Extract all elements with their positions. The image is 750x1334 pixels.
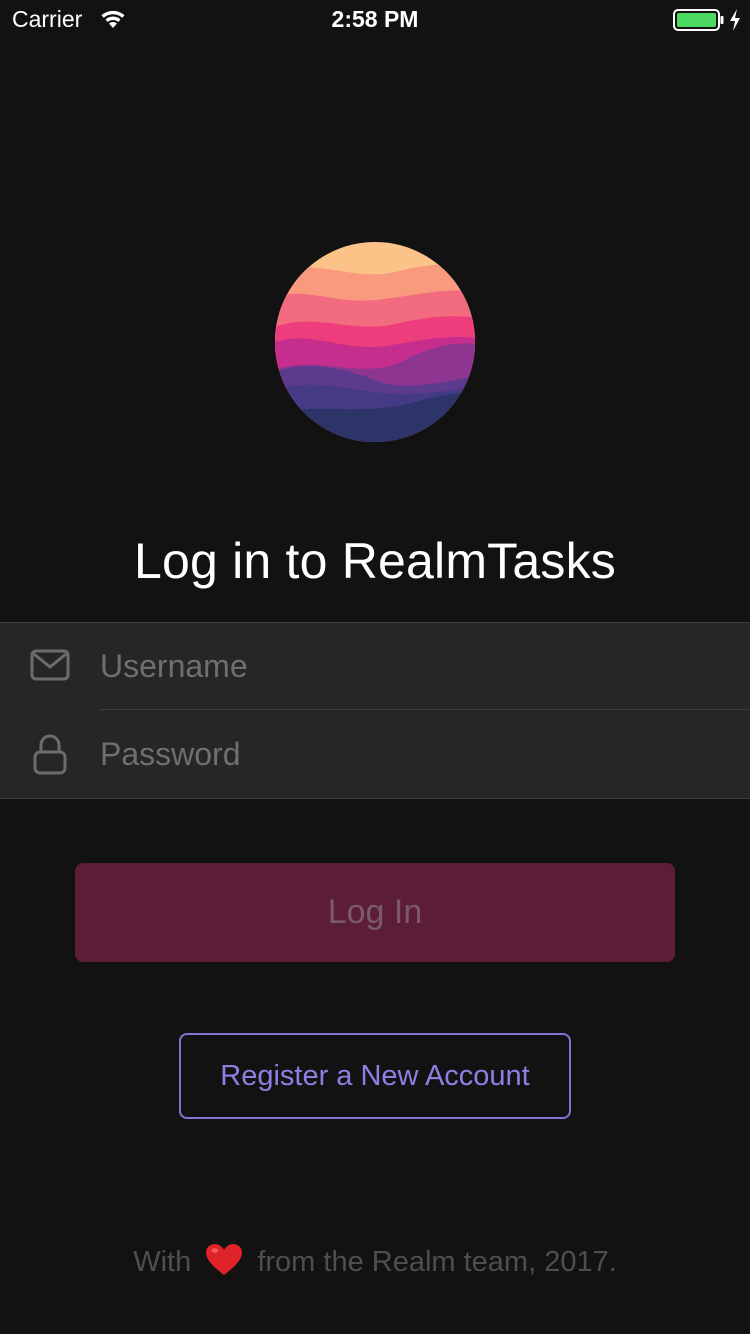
realm-logo xyxy=(275,242,475,442)
password-input[interactable] xyxy=(100,731,720,777)
register-account-button[interactable]: Register a New Account xyxy=(179,1033,571,1119)
footer-prefix: With xyxy=(133,1246,192,1278)
login-form xyxy=(0,622,750,799)
username-row xyxy=(0,623,750,710)
login-button[interactable]: Log In xyxy=(75,863,675,962)
battery-icon xyxy=(673,9,724,31)
heart-icon xyxy=(206,1244,243,1275)
footer-credit: With from the Realm team, 2017. xyxy=(0,1242,750,1282)
status-bar: Carrier 2:58 PM xyxy=(0,0,750,40)
charging-icon xyxy=(730,9,740,31)
password-row xyxy=(0,711,750,798)
page-title: Log in to RealmTasks xyxy=(133,532,616,589)
status-time: 2:58 PM xyxy=(331,6,419,32)
mail-icon xyxy=(30,649,70,681)
footer-suffix: from the Realm team, 2017. xyxy=(257,1246,617,1278)
lock-icon xyxy=(33,734,67,775)
username-input[interactable] xyxy=(100,643,720,689)
field-divider xyxy=(100,709,750,710)
